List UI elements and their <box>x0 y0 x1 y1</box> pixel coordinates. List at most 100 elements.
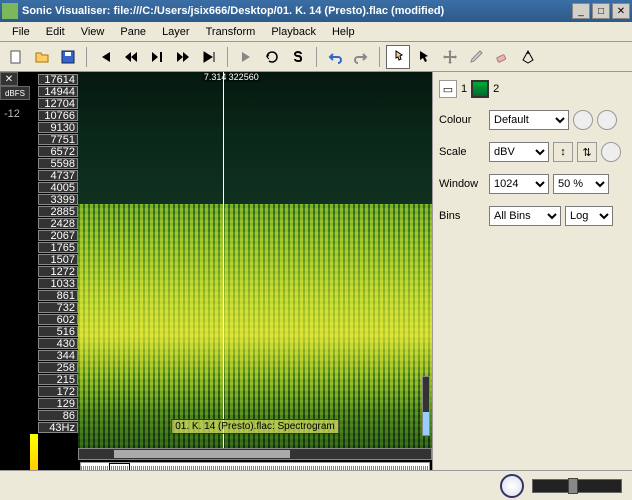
freq-tick: 2067 <box>38 230 78 241</box>
colour-select[interactable]: Default <box>489 110 569 130</box>
close-button[interactable]: ✕ <box>612 3 630 19</box>
freq-tick: 2885 <box>38 206 78 217</box>
freq-tick: 172 <box>38 386 78 397</box>
db-tick: -12 <box>4 108 20 120</box>
freq-tick: 129 <box>38 398 78 409</box>
threshold-dial[interactable] <box>597 110 617 130</box>
menu-view[interactable]: View <box>73 24 113 40</box>
freq-tick: 344 <box>38 350 78 361</box>
normalize-visible-button[interactable]: ⇅ <box>577 142 597 162</box>
freq-tick: 9130 <box>38 122 78 133</box>
bins-scale-select[interactable]: Log <box>565 206 613 226</box>
scale-label: Scale <box>439 146 485 158</box>
db-scale-label: dBFS <box>0 86 30 100</box>
freq-tick: 4737 <box>38 170 78 181</box>
freq-tick: 215 <box>38 374 78 385</box>
ffwd-end-button[interactable] <box>197 45 221 69</box>
freq-tick: 1507 <box>38 254 78 265</box>
freq-tick: 6572 <box>38 146 78 157</box>
freq-tick: 43Hz <box>38 422 78 433</box>
title-bar: Sonic Visualiser: file:///C:/Users/jsix6… <box>0 0 632 22</box>
ffwd-button[interactable] <box>171 45 195 69</box>
property-panel: ▭ 1 2 Colour Default Scale dBV ↕ ⇅ Windo… <box>432 72 632 498</box>
menu-layer[interactable]: Layer <box>154 24 198 40</box>
pane-left-axis: ✕ dBFS -12 -72 1761414944127041076691307… <box>0 72 78 498</box>
edit-tool[interactable] <box>464 45 488 69</box>
select-tool[interactable] <box>412 45 436 69</box>
menu-pane[interactable]: Pane <box>112 24 154 40</box>
rewind-start-button[interactable] <box>93 45 117 69</box>
freq-tick: 17614 <box>38 74 78 85</box>
loop-button[interactable] <box>260 45 284 69</box>
colour-rotation-dial[interactable] <box>573 110 593 130</box>
bins-label: Bins <box>439 210 485 222</box>
erase-tool[interactable] <box>490 45 514 69</box>
freq-tick: 1033 <box>38 278 78 289</box>
play-pause-button[interactable] <box>145 45 169 69</box>
navigate-tool[interactable] <box>386 45 410 69</box>
new-session-button[interactable] <box>4 45 28 69</box>
window-title: Sonic Visualiser: file:///C:/Users/jsix6… <box>22 5 572 17</box>
freq-tick: 5598 <box>38 158 78 169</box>
time-marker: 7.314 <box>202 72 229 82</box>
sample-marker: 322560 <box>227 72 261 82</box>
freq-tick: 861 <box>38 290 78 301</box>
normalize-columns-button[interactable]: ↕ <box>553 142 573 162</box>
solo-button[interactable] <box>286 45 310 69</box>
freq-tick: 430 <box>38 338 78 349</box>
playback-speed-dial[interactable] <box>500 474 524 498</box>
level-meter <box>30 72 38 498</box>
layer-tab-1[interactable]: ▭ <box>439 80 457 98</box>
menu-edit[interactable]: Edit <box>38 24 73 40</box>
rewind-button[interactable] <box>119 45 143 69</box>
maximize-button[interactable]: □ <box>592 3 610 19</box>
window-label: Window <box>439 178 485 190</box>
layer-tabs: ▭ 1 2 <box>439 78 626 100</box>
menu-playback[interactable]: Playback <box>263 24 324 40</box>
frequency-scale: 1761414944127041076691307751657255984737… <box>38 72 78 498</box>
freq-tick: 86 <box>38 410 78 421</box>
app-icon <box>2 3 18 19</box>
zoom-slider[interactable] <box>532 479 622 493</box>
save-button[interactable] <box>56 45 80 69</box>
colour-label: Colour <box>439 114 485 126</box>
freq-tick: 1272 <box>38 266 78 277</box>
spectrogram-view[interactable]: 7.314 322560 01. K. 14 (Presto).flac: Sp… <box>78 72 432 448</box>
freq-tick: 4005 <box>38 182 78 193</box>
freq-tick: 732 <box>38 302 78 313</box>
playback-cursor[interactable] <box>223 72 224 448</box>
move-tool[interactable] <box>438 45 462 69</box>
freq-tick: 12704 <box>38 98 78 109</box>
layer-tab-2-num: 2 <box>493 83 499 95</box>
layer-tab-1-num: 1 <box>461 83 467 95</box>
undo-button[interactable] <box>323 45 347 69</box>
db-scale: -12 -72 <box>0 100 30 498</box>
freq-tick: 516 <box>38 326 78 337</box>
freq-tick: 7751 <box>38 134 78 145</box>
layer-label: 01. K. 14 (Presto).flac: Spectrogram <box>171 419 339 434</box>
window-overlap-select[interactable]: 50 % <box>553 174 609 194</box>
main-area: ✕ dBFS -12 -72 1761414944127041076691307… <box>0 72 632 498</box>
freq-tick: 2428 <box>38 218 78 229</box>
layer-tab-2[interactable] <box>471 80 489 98</box>
pane-close-button[interactable]: ✕ <box>0 72 18 86</box>
play-selection-button[interactable] <box>234 45 258 69</box>
menu-help[interactable]: Help <box>324 24 363 40</box>
scale-select[interactable]: dBV <box>489 142 549 162</box>
measure-tool[interactable] <box>516 45 540 69</box>
toolbar <box>0 42 632 72</box>
menu-transform[interactable]: Transform <box>198 24 264 40</box>
redo-button[interactable] <box>349 45 373 69</box>
pane-h-scrollbar[interactable] <box>78 448 432 460</box>
bins-select[interactable]: All Bins <box>489 206 561 226</box>
freq-tick: 3399 <box>38 194 78 205</box>
open-button[interactable] <box>30 45 54 69</box>
freq-tick: 1765 <box>38 242 78 253</box>
gain-dial[interactable] <box>601 142 621 162</box>
bottom-bar <box>0 470 632 500</box>
menu-file[interactable]: File <box>4 24 38 40</box>
freq-tick: 10766 <box>38 110 78 121</box>
window-size-select[interactable]: 1024 <box>489 174 549 194</box>
minimize-button[interactable]: _ <box>572 3 590 19</box>
freq-tick: 14944 <box>38 86 78 97</box>
